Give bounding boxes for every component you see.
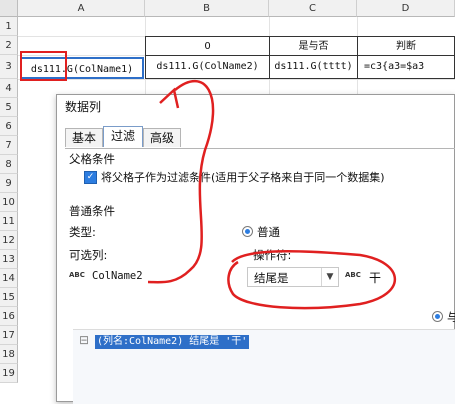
row-header[interactable]: 5 <box>0 98 18 117</box>
cell-b3[interactable]: ds111.G(ColName2) <box>145 55 270 79</box>
row-header[interactable]: 1 <box>0 17 18 36</box>
row-header[interactable]: 3 <box>0 55 18 79</box>
tab-advanced[interactable]: 高级 <box>143 128 181 147</box>
cell-b2[interactable]: 0 <box>145 36 270 56</box>
condition-value-field[interactable]: 干 <box>363 267 443 287</box>
operator-label: 操作符: <box>253 248 292 262</box>
type-label: 类型: <box>69 225 96 239</box>
tree-node-icon: ⊟ <box>79 333 90 347</box>
abc-type-icon: ABC <box>69 271 85 279</box>
row-header[interactable]: 16 <box>0 307 18 326</box>
and-radio[interactable] <box>432 311 443 322</box>
abc-type-icon[interactable]: ABC <box>345 271 361 279</box>
row-header[interactable]: 17 <box>0 326 18 345</box>
row-header[interactable]: 4 <box>0 79 18 98</box>
chevron-down-icon[interactable]: ▼ <box>321 268 338 286</box>
condition-value-text: 干 <box>369 271 382 285</box>
row-header[interactable]: 7 <box>0 136 18 155</box>
dialog-title: 数据列 <box>57 95 454 119</box>
operator-select[interactable]: 结尾是 ▼ <box>247 267 339 287</box>
row-header[interactable]: 10 <box>0 193 18 212</box>
type-normal-label: 普通 <box>257 225 280 239</box>
cell-c2[interactable]: 是与否 <box>269 36 358 56</box>
row-header[interactable]: 8 <box>0 155 18 174</box>
and-radio-label: 与 <box>447 310 455 324</box>
row-header[interactable]: 2 <box>0 36 18 55</box>
column-header-c[interactable]: C <box>269 0 357 17</box>
column-header-a[interactable]: A <box>18 0 145 17</box>
cell-d2[interactable]: 判断 <box>357 36 455 56</box>
condition-expression[interactable]: (列名:ColName2) 结尾是 '干' <box>95 335 250 349</box>
column-header-b[interactable]: B <box>145 0 269 17</box>
cell-c3[interactable]: ds111.G(tttt) <box>269 55 358 79</box>
row-header[interactable]: 18 <box>0 345 18 364</box>
operator-value: 结尾是 <box>254 271 289 285</box>
row-header[interactable]: 6 <box>0 117 18 136</box>
type-normal-radio[interactable] <box>242 226 253 237</box>
parent-condition-title: 父格条件 <box>69 152 115 166</box>
row-header[interactable]: 13 <box>0 250 18 269</box>
row-header[interactable]: 15 <box>0 288 18 307</box>
row-header[interactable]: 14 <box>0 269 18 288</box>
column-header-d[interactable]: D <box>357 0 455 17</box>
tab-basic[interactable]: 基本 <box>65 128 103 147</box>
row-header[interactable]: 9 <box>0 174 18 193</box>
row-header[interactable]: 11 <box>0 212 18 231</box>
cell-d3[interactable]: =c3{a3=$a3 <box>357 55 455 79</box>
cell-a3[interactable]: ds111.G(ColName1) <box>20 57 144 79</box>
check-icon[interactable]: ✓ <box>84 171 97 184</box>
available-column-value: ColName2 <box>92 270 143 282</box>
row-header[interactable]: 12 <box>0 231 18 250</box>
parent-filter-checkbox-label[interactable]: 将父格子作为过滤条件(适用于父子格来自于同一个数据集) <box>101 169 385 185</box>
common-condition-title: 普通条件 <box>69 204 115 218</box>
available-column-field[interactable]: ColName2 <box>89 267 239 287</box>
available-columns-label: 可选列: <box>69 248 108 262</box>
tab-filter[interactable]: 过滤 <box>103 126 143 147</box>
data-column-dialog: 数据列 基本 过滤 高级 父格条件 ✓ 将父格子作为过滤条件(适用于父子格来自于… <box>56 94 455 404</box>
select-all-corner[interactable] <box>0 0 18 17</box>
row-header[interactable]: 19 <box>0 364 18 383</box>
